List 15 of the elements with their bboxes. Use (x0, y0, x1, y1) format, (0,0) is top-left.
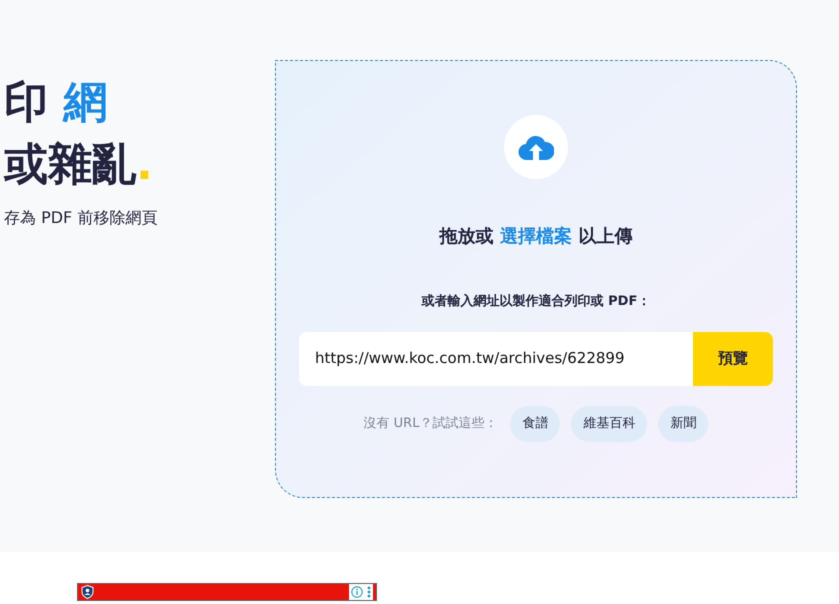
subtitle: 存為 PDF 前移除網頁 (4, 207, 158, 229)
headline: 印 網 (4, 76, 108, 130)
suggestion-chip[interactable]: 維基百科 (571, 406, 648, 442)
headline: 或雜亂. (4, 138, 153, 192)
preview-button[interactable]: 預覽 (693, 332, 773, 386)
url-label: 或者輸入網址以製作適合列印或 PDF： (422, 292, 650, 311)
url-input[interactable]: https://www.koc.com.tw/archives/622899 (299, 332, 693, 386)
info-icon[interactable] (351, 586, 363, 598)
suggestion-chip[interactable]: 食譜 (510, 406, 560, 442)
suggestion-chip[interactable]: 新聞 (658, 406, 708, 442)
drop-zone[interactable]: 拖放或 選擇檔案 以上傳 或者輸入網址以製作適合列印或 PDF： https://www.koc.com.tw/archives/622899 預覽 沒有 URL？試試這些： 食譜 維基百科 新聞 (275, 60, 797, 498)
more-options-icon[interactable] (367, 586, 371, 598)
suggestion-label: 沒有 URL？試試這些： (364, 414, 498, 433)
upload-prompt: 拖放或 選擇檔案 以上傳 (440, 225, 632, 249)
shield-icon (81, 585, 94, 599)
